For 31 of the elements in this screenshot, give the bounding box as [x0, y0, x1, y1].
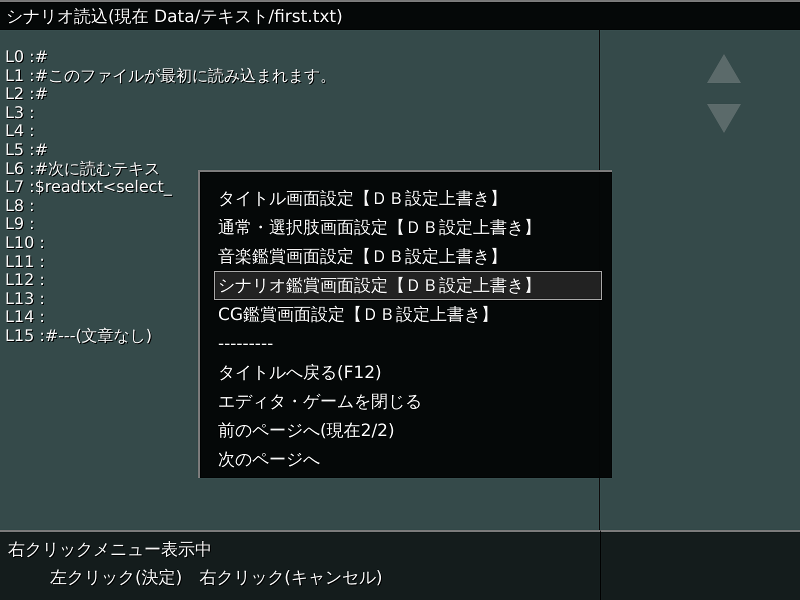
status-hint: 左クリック(決定) 右クリック(キャンセル)	[49, 567, 384, 589]
code-line: L12 :	[5, 271, 45, 290]
status-message: 右クリックメニュー表示中	[8, 539, 213, 561]
scroll-down-icon[interactable]	[707, 104, 741, 133]
code-line: L1 :#このファイルが最初に読み込まれます。	[5, 66, 336, 86]
menu-item[interactable]: 音楽鑑賞画面設定【ＤＢ設定上書き】	[214, 242, 602, 271]
menu-item[interactable]: CG鑑賞画面設定【ＤＢ設定上書き】	[214, 300, 602, 329]
menu-item[interactable]: 通常・選択肢画面設定【ＤＢ設定上書き】	[214, 213, 602, 242]
menu-item[interactable]: 前のページへ(現在2/2)	[214, 416, 602, 445]
code-line: L7 :$readtxt<select_	[5, 178, 172, 197]
code-line: L11 :	[5, 252, 45, 272]
window-title: シナリオ読込(現在 Data/テキスト/first.txt)	[6, 6, 343, 28]
code-line: L8 :	[5, 196, 35, 216]
code-line: L5 :#	[5, 140, 48, 160]
menu-item[interactable]: シナリオ鑑賞画面設定【ＤＢ設定上書き】	[214, 271, 602, 300]
code-line: L13 :	[5, 290, 45, 308]
code-line: L3 :	[5, 104, 35, 122]
menu-item[interactable]: エディタ・ゲームを閉じる	[214, 387, 602, 416]
code-line: L14 :	[5, 308, 45, 327]
code-line: L10 :	[5, 234, 45, 253]
code-line: L6 :#次に読むテキス	[5, 160, 160, 178]
menu-item[interactable]: タイトル画面設定【ＤＢ設定上書き】	[214, 184, 602, 213]
menu-item[interactable]: ---------	[214, 329, 602, 358]
code-line: L2 :#	[5, 85, 48, 104]
code-line: L15 :#---(文章なし)	[5, 326, 152, 346]
code-line: L9 :	[5, 215, 35, 234]
scroll-up-icon[interactable]	[707, 54, 741, 83]
menu-item[interactable]: 次のページへ	[214, 445, 602, 474]
code-line: L0 :#	[5, 48, 48, 67]
menu-item[interactable]: タイトルへ戻る(F12)	[214, 358, 602, 387]
code-line: L4 :	[5, 122, 35, 141]
